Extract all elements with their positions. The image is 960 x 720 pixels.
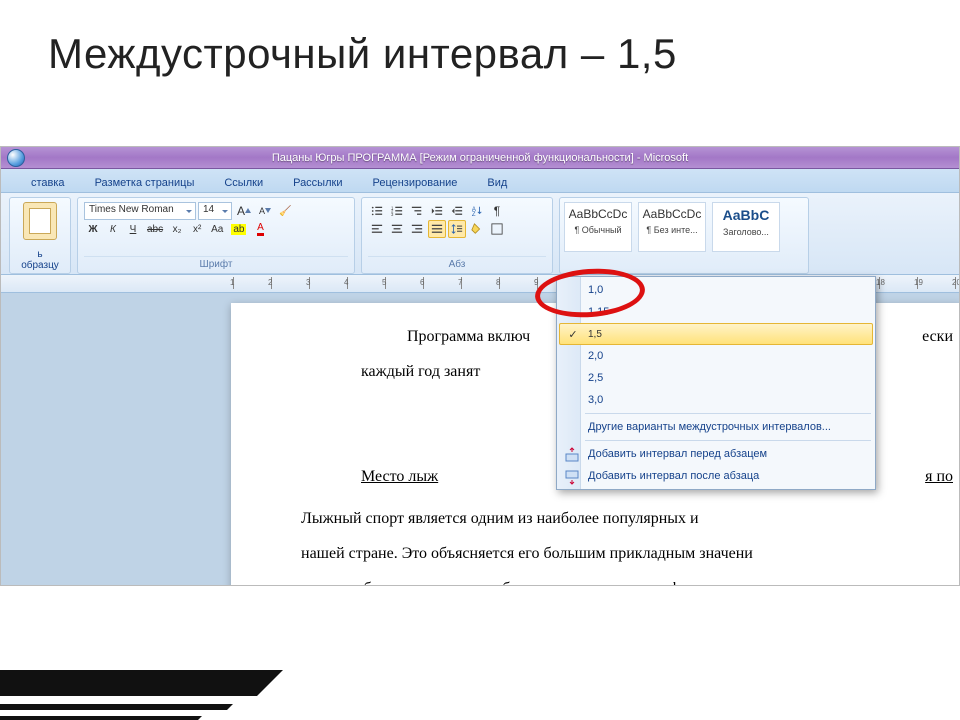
bold-button[interactable]: Ж <box>84 220 102 238</box>
shading-button[interactable] <box>468 220 486 238</box>
superscript-button[interactable]: x² <box>188 220 206 238</box>
line-spacing-menu: 1,0 1,15 ✓ 1,5 2,0 2,5 3,0 Другие варианты меж… <box>556 276 876 490</box>
svg-text:Z: Z <box>472 212 476 218</box>
doc-p2: нашей стране. Это объясняется его больши… <box>301 536 960 571</box>
screenshot-frame: Пацаны Югры ПРОГРАММА [Режим ограниченно… <box>0 146 960 586</box>
show-marks-button[interactable]: ¶ <box>488 202 506 220</box>
menu-item-label: 1,15 <box>588 306 609 318</box>
document-workspace: 1234567891011121314151617181920 Программ… <box>1 275 959 585</box>
subscript-button[interactable]: x₂ <box>168 220 186 238</box>
menu-item-2-0[interactable]: 2,0 <box>559 345 873 367</box>
multilevel-button[interactable] <box>408 202 426 220</box>
style-no-spacing[interactable]: AaBbCcDc¶ Без инте... <box>638 202 706 252</box>
office-button[interactable] <box>7 149 25 167</box>
add-space-before-icon <box>564 447 580 463</box>
slide-title: Междустрочный интервал – 1,5 <box>0 0 960 94</box>
font-group-label: Шрифт <box>84 256 348 271</box>
menu-item-1-15[interactable]: 1,15 <box>559 301 873 323</box>
tab-references[interactable]: Ссылки <box>218 173 269 192</box>
tab-mailings[interactable]: Рассылки <box>287 173 348 192</box>
highlight-button[interactable]: ab <box>228 220 249 238</box>
doc-p3: ходить и бегать на лыжах необходимо для … <box>301 571 960 586</box>
font-group: Times New Roman 14 A A 🧹 Ж К Ч abc x₂ x²… <box>77 197 355 274</box>
paste-caption: ьобразцу <box>16 249 64 271</box>
paste-icon[interactable] <box>23 202 57 240</box>
tab-page-layout[interactable]: Разметка страницы <box>89 173 201 192</box>
add-space-after-icon <box>564 469 580 485</box>
menu-item-label: 2,0 <box>588 350 603 362</box>
checkmark-icon: ✓ <box>566 328 580 342</box>
strike-button[interactable]: abc <box>144 220 166 238</box>
tab-view[interactable]: Вид <box>481 173 513 192</box>
menu-item-3-0[interactable]: 3,0 <box>559 389 873 411</box>
outdent-button[interactable] <box>428 202 446 220</box>
doc-p1: Лыжный спорт является одним из наиболее … <box>301 501 960 536</box>
bullets-button[interactable] <box>368 202 386 220</box>
menu-item-label: 1,5 <box>588 329 602 340</box>
borders-button[interactable] <box>488 220 506 238</box>
tab-insert[interactable]: ставка <box>25 173 71 192</box>
font-name-select[interactable]: Times New Roman <box>84 202 196 220</box>
style-heading[interactable]: AaBbCЗаголово... <box>712 202 780 252</box>
clipboard-group: ьобразцу <box>9 197 71 274</box>
sort-button[interactable]: AZ <box>468 202 486 220</box>
font-color-button[interactable]: A <box>251 220 269 238</box>
align-right-button[interactable] <box>408 220 426 238</box>
paragraph-group: 123 AZ ¶ Абз <box>361 197 553 274</box>
italic-button[interactable]: К <box>104 220 122 238</box>
align-center-button[interactable] <box>388 220 406 238</box>
align-left-button[interactable] <box>368 220 386 238</box>
paragraph-group-label: Абз <box>368 256 546 271</box>
menu-item-label: 1,0 <box>588 284 603 296</box>
ribbon: ьобразцу Times New Roman 14 A A 🧹 Ж К Ч … <box>1 193 959 275</box>
align-justify-button[interactable] <box>428 220 446 238</box>
window-titlebar: Пацаны Югры ПРОГРАММА [Режим ограниченно… <box>1 147 959 169</box>
menu-add-space-after[interactable]: Добавить интервал после абзаца <box>559 465 873 487</box>
style-normal[interactable]: AaBbCcDc¶ Обычный <box>564 202 632 252</box>
font-size-select[interactable]: 14 <box>198 202 232 220</box>
menu-item-label: 3,0 <box>588 394 603 406</box>
menu-item-1-5[interactable]: ✓ 1,5 <box>559 323 873 345</box>
indent-button[interactable] <box>448 202 466 220</box>
change-case-button[interactable]: Aa <box>208 220 226 238</box>
menu-item-1-0[interactable]: 1,0 <box>559 279 873 301</box>
shrink-font-button[interactable]: A <box>256 202 274 220</box>
menu-item-2-5[interactable]: 2,5 <box>559 367 873 389</box>
numbering-button[interactable]: 123 <box>388 202 406 220</box>
line-spacing-button[interactable] <box>448 220 466 238</box>
grow-font-button[interactable]: A <box>234 202 254 220</box>
clear-format-button[interactable]: 🧹 <box>276 202 294 220</box>
menu-other-options[interactable]: Другие варианты междустрочных интервалов… <box>559 416 873 438</box>
svg-text:3: 3 <box>391 212 394 217</box>
menu-item-label: 2,5 <box>588 372 603 384</box>
slide-corner-decor <box>0 630 300 720</box>
underline-button[interactable]: Ч <box>124 220 142 238</box>
menu-add-space-before[interactable]: Добавить интервал перед абзацем <box>559 443 873 465</box>
styles-group: AaBbCcDc¶ Обычный AaBbCcDc¶ Без инте... … <box>559 197 809 274</box>
tab-review[interactable]: Рецензирование <box>366 173 463 192</box>
window-title: Пацаны Югры ПРОГРАММА [Режим ограниченно… <box>272 152 688 164</box>
ribbon-tabs: ставка Разметка страницы Ссылки Рассылки… <box>1 169 959 193</box>
